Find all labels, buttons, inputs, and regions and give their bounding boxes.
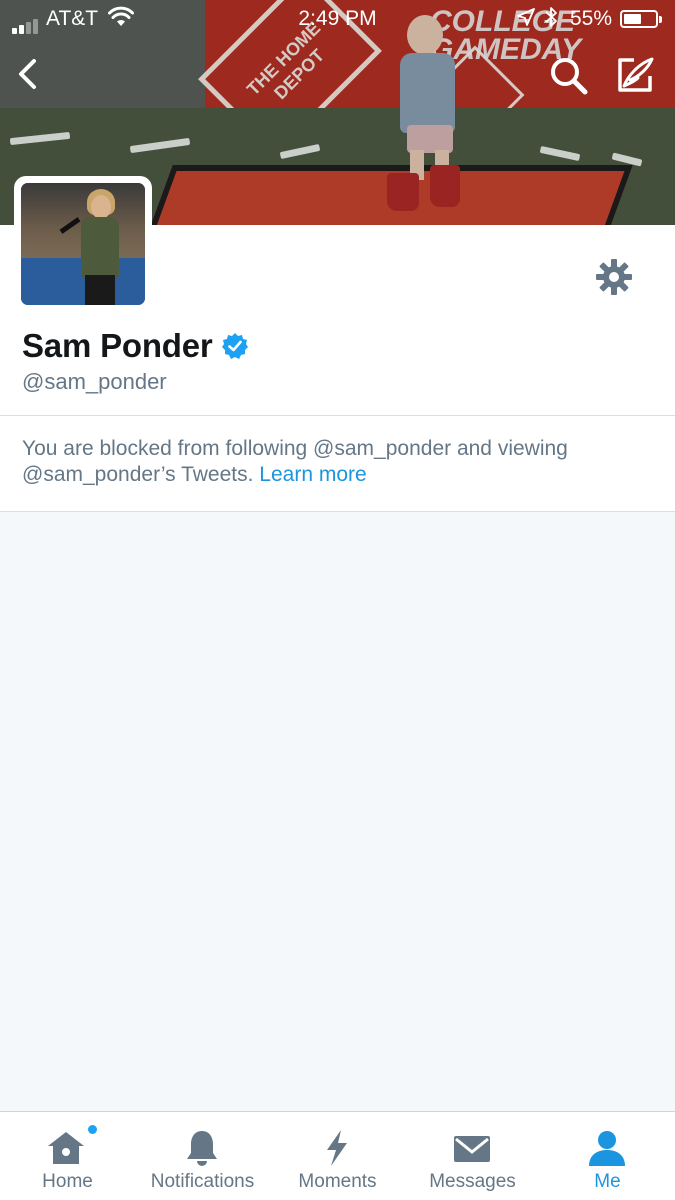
- compose-tweet-icon: [618, 57, 654, 92]
- tab-label: Home: [42, 1171, 93, 1192]
- tab-label: Messages: [429, 1171, 516, 1192]
- settings-button[interactable]: [592, 255, 636, 299]
- divider: [0, 511, 675, 512]
- user-handle: @sam_ponder: [22, 369, 167, 394]
- tab-me[interactable]: Me: [540, 1112, 675, 1200]
- lightning-icon: [327, 1130, 347, 1166]
- person-icon: [589, 1131, 625, 1166]
- status-bar: AT&T 2:49 PM 55%: [0, 0, 675, 40]
- display-name: Sam Ponder: [22, 327, 213, 364]
- back-button[interactable]: [6, 52, 50, 96]
- verified-badge-icon: [221, 333, 248, 359]
- battery-percent: 55%: [570, 7, 613, 30]
- tab-messages[interactable]: Messages: [405, 1112, 540, 1200]
- blocked-notice: You are blocked from following @sam_pond…: [0, 416, 675, 512]
- envelope-icon: [454, 1136, 490, 1162]
- battery-icon: [620, 10, 662, 28]
- search-button[interactable]: [548, 55, 592, 99]
- bell-icon: [187, 1131, 217, 1166]
- learn-more-link[interactable]: Learn more: [259, 463, 366, 486]
- home-icon: [48, 1132, 84, 1164]
- tab-moments[interactable]: Moments: [270, 1112, 405, 1200]
- search-icon: [551, 58, 588, 95]
- tab-label: Me: [594, 1171, 621, 1192]
- bluetooth-icon: [545, 7, 557, 27]
- gear-icon: [596, 259, 632, 295]
- location-arrow-icon: [517, 8, 535, 26]
- tab-label: Moments: [298, 1171, 377, 1192]
- back-arrow-icon: [19, 59, 36, 89]
- tab-home[interactable]: Home: [0, 1112, 135, 1200]
- tab-notifications[interactable]: Notifications: [135, 1112, 270, 1200]
- compose-tweet-button[interactable]: [612, 54, 656, 98]
- avatar-image: [21, 183, 145, 305]
- avatar[interactable]: [14, 176, 152, 312]
- unread-dot: [87, 1124, 98, 1135]
- tab-label: Notifications: [150, 1171, 255, 1192]
- name-row: Sam Ponder: [22, 327, 249, 365]
- tab-bar: Home Notifications Moments Messages Me: [0, 1111, 675, 1200]
